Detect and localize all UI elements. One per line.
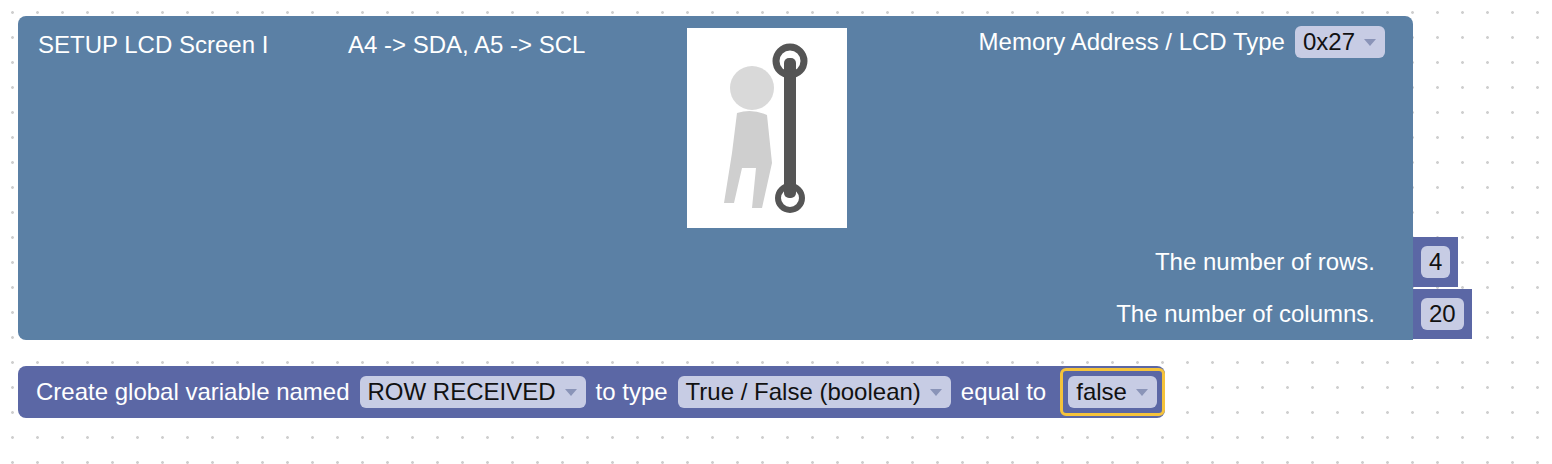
type-dropdown[interactable]: True / False (boolean) [678,376,951,408]
input-label: The number of rows. [1155,247,1375,277]
variable-prefix: Create global variable named [36,377,350,407]
global-variable-block[interactable]: Create global variable named ROW RECEIVED… [18,366,1165,418]
input-row: The number of columns. 20 [18,288,1552,340]
input-row: The number of rows. 4 [18,236,1552,288]
number-field[interactable]: 20 [1421,298,1464,330]
pins-label: A4 -> SDA, A5 -> SCL [348,30,687,60]
boolean-value-block[interactable]: false [1060,368,1165,416]
type-label: to type [596,377,668,407]
input-label: The number of columns. [1116,299,1375,329]
block-title: SETUP LCD Screen I [38,30,348,60]
dropdown-arrow-icon [1135,387,1149,397]
person-wrench-icon [712,43,822,213]
dropdown-arrow-icon [929,387,943,397]
boolean-dropdown[interactable]: false [1068,376,1157,408]
number-block[interactable]: 4 [1413,237,1458,287]
setup-picture [687,28,847,228]
address-dropdown[interactable]: 0x27 [1295,26,1385,58]
variable-name-dropdown[interactable]: ROW RECEIVED [360,376,586,408]
number-block[interactable]: 20 [1413,289,1472,339]
number-field[interactable]: 4 [1421,246,1450,278]
address-label: Memory Address / LCD Type [979,27,1285,57]
blockly-workspace[interactable]: SETUP LCD Screen IA4 -> SDA, A5 -> SCL Me… [0,0,1552,464]
dropdown-arrow-icon [1363,37,1377,47]
setup-lcd-block[interactable]: SETUP LCD Screen IA4 -> SDA, A5 -> SCL Me… [18,16,1552,340]
equal-label: equal to [961,377,1046,407]
dropdown-arrow-icon [564,387,578,397]
